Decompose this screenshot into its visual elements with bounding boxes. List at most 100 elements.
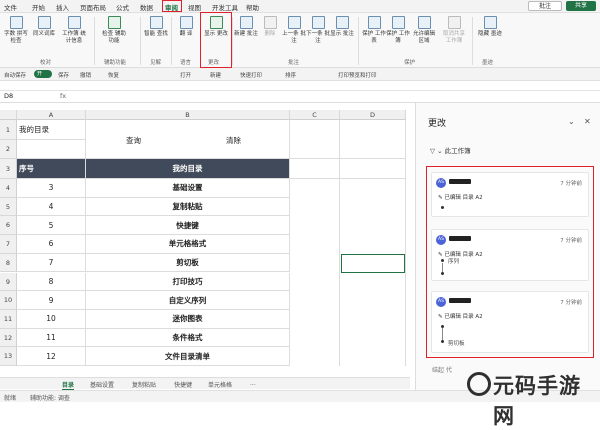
cell-a3[interactable]: 序号 <box>17 159 86 179</box>
chevron-down-icon[interactable]: ⌄ <box>568 117 575 126</box>
cell-a6[interactable]: 5 <box>17 216 86 236</box>
cell-b7[interactable]: 单元格格式 <box>86 235 290 254</box>
cell-b6[interactable]: 快捷键 <box>86 216 290 236</box>
cell-c1[interactable] <box>290 120 340 159</box>
cell-a5[interactable]: 4 <box>17 197 86 217</box>
row-header-4[interactable]: 4 <box>0 179 17 198</box>
thesaurus-button[interactable]: 同义词库 <box>30 16 58 38</box>
menu-data[interactable]: 数据 <box>140 2 153 12</box>
spelling-button[interactable]: 字数 拼写检查 <box>2 16 30 44</box>
cell-a4[interactable]: 3 <box>17 179 86 198</box>
row-header-8[interactable]: 8 <box>0 253 17 273</box>
row-header-11[interactable]: 11 <box>0 309 17 329</box>
cell-b10[interactable]: 自定义序列 <box>86 291 290 310</box>
row-header-6[interactable]: 6 <box>0 216 17 236</box>
fx-icon[interactable]: fx <box>60 92 66 100</box>
workbook-stats-button[interactable]: 工作簿 统计信息 <box>60 16 88 44</box>
row-header-12[interactable]: 12 <box>0 328 17 348</box>
next-icon <box>311 16 325 29</box>
autosave-toggle[interactable]: 开 <box>34 70 52 78</box>
menu-formulas[interactable]: 公式 <box>116 2 129 12</box>
corner-select-all[interactable] <box>0 110 17 120</box>
cell-d3[interactable] <box>340 159 406 179</box>
sort-button[interactable]: 排序 <box>285 71 296 79</box>
row-header-5[interactable]: 5 <box>0 197 17 217</box>
cell-b12[interactable]: 条件格式 <box>86 328 290 348</box>
status-accessibility[interactable]: 辅助功能: 调查 <box>30 393 70 402</box>
value-dot <box>441 272 444 275</box>
quick-print-button[interactable]: 快速打印 <box>240 71 262 79</box>
cell-a11[interactable]: 10 <box>17 309 86 329</box>
cell-a7[interactable]: 6 <box>17 235 86 254</box>
filter-label: 此工作簿 <box>444 147 471 155</box>
row-header-2[interactable]: 2 <box>0 140 17 159</box>
column-header-b[interactable]: B <box>86 110 290 120</box>
tab-toc[interactable]: 目录 <box>62 380 75 390</box>
tab-basic-settings[interactable]: 基础设置 <box>90 380 114 389</box>
row-header-3[interactable]: 3 <box>0 159 17 179</box>
column-header-d[interactable]: D <box>340 110 406 120</box>
cell-b9[interactable]: 打印技巧 <box>86 272 290 292</box>
row-header-7[interactable]: 7 <box>0 235 17 254</box>
open-button[interactable]: 打开 <box>180 71 191 79</box>
new-button[interactable]: 新建 <box>210 71 221 79</box>
name-box[interactable]: D8 <box>2 92 52 102</box>
cell-b5[interactable]: 复制粘贴 <box>86 197 290 217</box>
column-header-a[interactable]: A <box>17 110 86 120</box>
close-icon[interactable]: ✕ <box>584 117 591 126</box>
query-button[interactable]: 查询 <box>126 135 141 146</box>
cell-a2[interactable] <box>17 140 86 159</box>
clear-button[interactable]: 清除 <box>226 135 241 146</box>
check-accessibility-button[interactable]: 检查 辅助功能 <box>100 16 128 44</box>
print-preview-button[interactable]: 打印预览和打印 <box>338 71 377 79</box>
menu-developer[interactable]: 开发工具 <box>212 2 238 12</box>
filter-row[interactable]: ▽ ⌄ 此工作簿 <box>430 145 471 155</box>
menu-insert[interactable]: 插入 <box>56 2 69 12</box>
translate-button[interactable]: 翻 译 <box>172 16 200 38</box>
change-card[interactable]: AS 7 分钟前 ✎ 已编辑 目录 A2 剪切板 <box>431 291 589 353</box>
cell-b8[interactable]: 剪切板 <box>86 253 290 273</box>
menu-file[interactable]: 文件 <box>4 2 17 12</box>
tab-cell-format[interactable]: 单元格格 <box>208 380 232 389</box>
column-c-area <box>290 179 340 366</box>
comments-button[interactable]: 批注 <box>528 1 562 11</box>
cell-a1[interactable]: 我的目录 <box>17 120 86 140</box>
hide-ink-button[interactable]: 隐藏 墨迹 <box>476 16 504 38</box>
show-comments-button[interactable]: 显示 批注 <box>328 16 356 38</box>
smart-lookup-button[interactable]: 智能 查找 <box>142 16 170 38</box>
allow-edit-ranges-button[interactable]: 允许编辑 区域 <box>410 16 438 44</box>
row-header-10[interactable]: 10 <box>0 291 17 310</box>
cell-a10[interactable]: 9 <box>17 291 86 310</box>
cell-b3[interactable]: 我的目录 <box>86 159 290 179</box>
cell-b13[interactable]: 文件目录清单 <box>86 347 290 366</box>
unshare-workbook-button[interactable]: 取消共享 工作簿 <box>440 16 468 44</box>
menu-help[interactable]: 帮助 <box>246 2 259 12</box>
protect-workbook-button[interactable]: 保护 工作簿 <box>384 16 412 44</box>
cell-a12[interactable]: 11 <box>17 328 86 348</box>
menu-view[interactable]: 视图 <box>188 2 201 12</box>
selected-cell-d8[interactable] <box>341 253 405 273</box>
cell-b11[interactable]: 迷你图表 <box>86 309 290 329</box>
row-header-13[interactable]: 13 <box>0 347 17 366</box>
undo-button[interactable]: 撤销 <box>80 71 91 79</box>
tab-more[interactable]: ... <box>250 380 256 387</box>
cell-a13[interactable]: 12 <box>17 347 86 366</box>
cell-b4[interactable]: 基础设置 <box>86 179 290 198</box>
menu-page-layout[interactable]: 页面布局 <box>80 2 106 12</box>
share-button[interactable]: 共享 <box>566 1 596 11</box>
cell-d1[interactable] <box>340 120 406 159</box>
cell-c3[interactable] <box>290 159 340 179</box>
cell-a9[interactable]: 8 <box>17 272 86 292</box>
column-header-c[interactable]: C <box>290 110 340 120</box>
tab-copy-paste[interactable]: 复制粘贴 <box>132 380 156 389</box>
cell-a8[interactable]: 7 <box>17 253 86 273</box>
change-card-partial[interactable]: 结起 代 <box>432 365 452 374</box>
menu-home[interactable]: 开始 <box>32 2 45 12</box>
change-card[interactable]: AS 7 分钟前 ✎ 已编辑 目录 A2 <box>431 172 589 217</box>
save-button[interactable]: 保存 <box>58 71 69 79</box>
change-card[interactable]: AS 7 分钟前 ✎ 已编辑 目录 A2 序列 <box>431 229 589 281</box>
row-header-1[interactable]: 1 <box>0 120 17 140</box>
tab-shortcuts[interactable]: 快捷键 <box>174 380 192 389</box>
row-header-9[interactable]: 9 <box>0 272 17 292</box>
redo-button[interactable]: 恢复 <box>108 71 119 79</box>
